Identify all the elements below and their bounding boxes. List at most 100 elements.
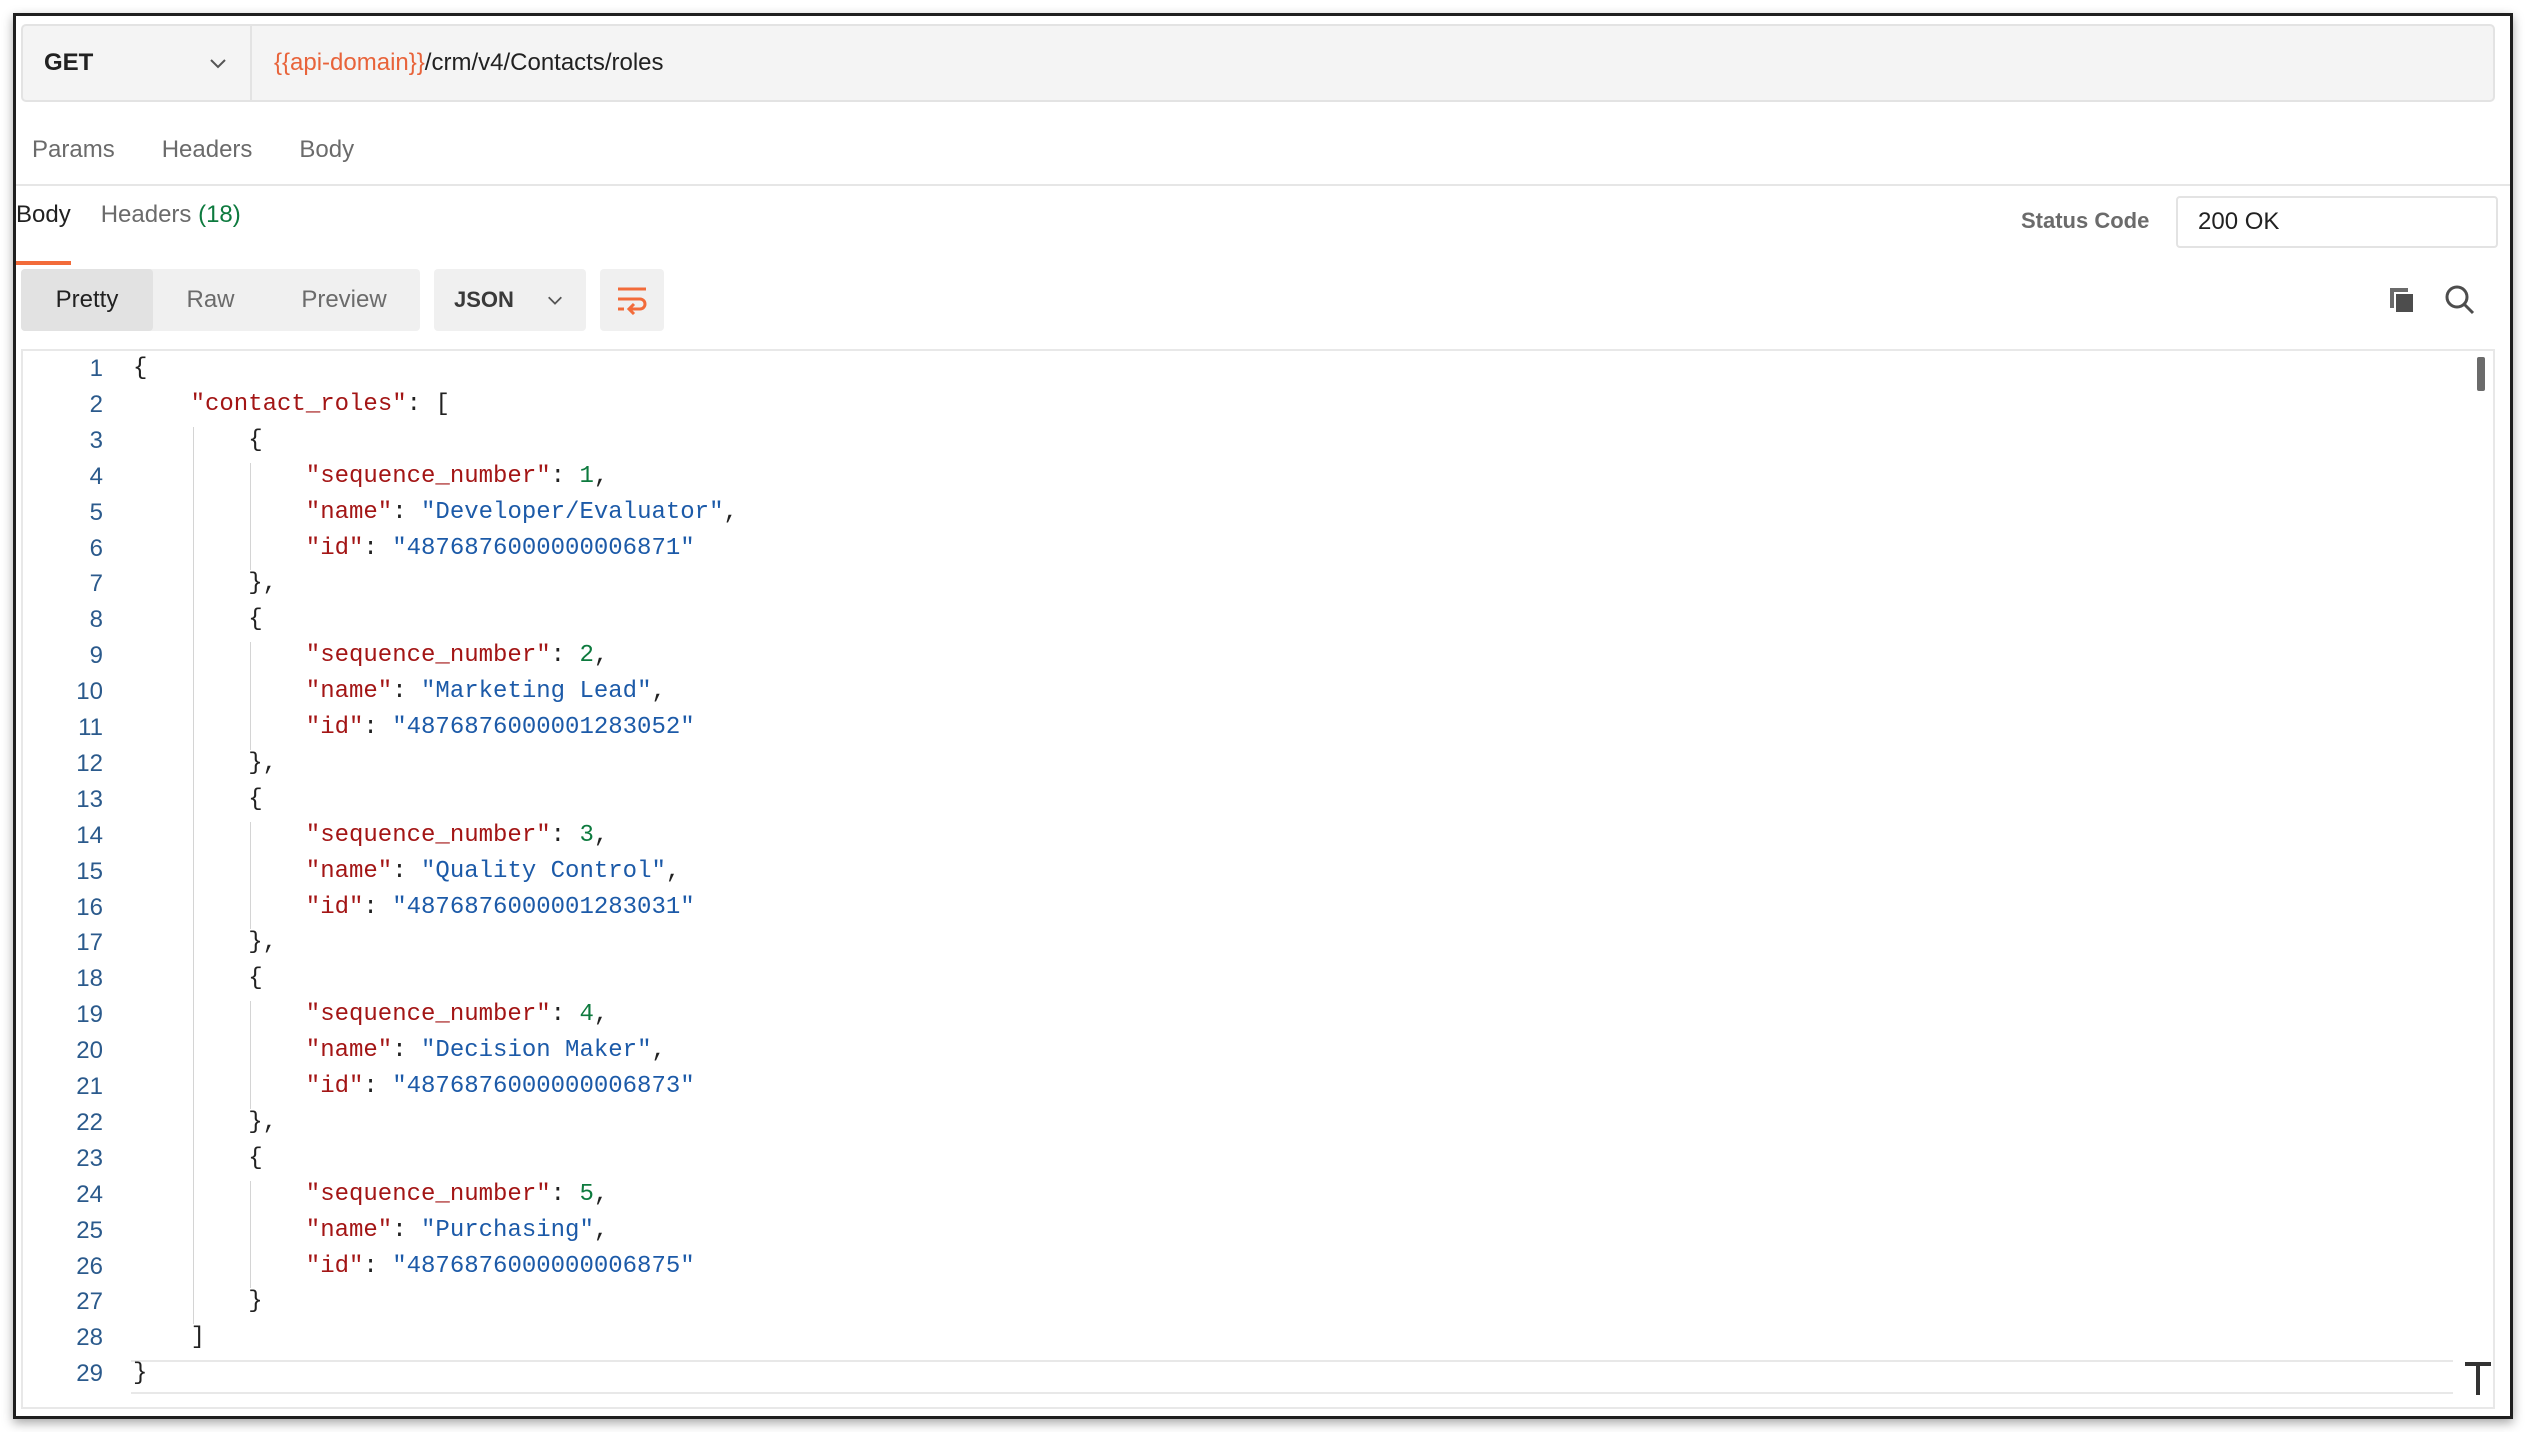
line-number: 3 <box>89 426 103 454</box>
tab-headers[interactable]: Headers <box>162 130 253 182</box>
code-line: "name": "Developer/Evaluator", <box>306 499 738 526</box>
json-key: "sequence_number" <box>305 462 551 490</box>
code-line: "sequence_number": 4, <box>306 1001 608 1028</box>
line-number: 10 <box>76 678 103 706</box>
divider <box>16 184 2510 186</box>
json-string: "4876876000000006873" <box>392 1073 695 1100</box>
json-punctuation: : <box>550 1001 580 1029</box>
json-key: "sequence_number" <box>305 821 551 849</box>
wrap-lines-button[interactable] <box>600 269 664 331</box>
line-number: 27 <box>76 1288 103 1316</box>
json-punctuation: { <box>133 355 148 382</box>
line-number: 23 <box>76 1144 103 1172</box>
json-string: "Purchasing" <box>421 1216 594 1244</box>
app-window: GET {{api-domain}}/crm/v4/Contacts/roles… <box>13 13 2513 1419</box>
json-punctuation: , <box>651 678 666 706</box>
status-code-value: 200 OK <box>2176 196 2498 248</box>
indent-guide <box>250 821 252 930</box>
json-punctuation: }, <box>248 749 277 777</box>
json-punctuation: ] <box>190 1324 205 1352</box>
code-line: "sequence_number": 2, <box>306 642 608 669</box>
line-number: 4 <box>89 462 103 490</box>
search-icon[interactable] <box>2444 284 2476 316</box>
line-number: 17 <box>76 929 103 957</box>
response-body-editor[interactable]: 1 2 3 4 5 6 7 8 9 10 11 12 13 14 15 16 17 18 19 20 21 22 23 24 2… <box>21 349 2495 1409</box>
json-punctuation: : <box>392 1216 422 1244</box>
json-key: "id" <box>305 534 364 562</box>
mode-pretty[interactable]: Pretty <box>21 269 153 331</box>
code-line: } <box>248 1288 262 1315</box>
code-line: "name": "Quality Control", <box>306 858 680 885</box>
line-number: 9 <box>89 642 103 670</box>
json-punctuation: : <box>392 498 422 526</box>
json-key: "name" <box>305 678 393 706</box>
line-number: 6 <box>89 534 103 562</box>
code-line: "id": "4876876000001283052" <box>306 714 695 741</box>
line-number: 22 <box>76 1108 103 1136</box>
mode-preview[interactable]: Preview <box>268 269 420 331</box>
line-number: 19 <box>76 1001 103 1029</box>
json-punctuation: { <box>248 965 263 993</box>
json-punctuation: : <box>363 534 393 562</box>
tab-params[interactable]: Params <box>32 130 115 182</box>
json-key: "name" <box>305 857 393 885</box>
line-number: 1 <box>89 355 103 382</box>
json-punctuation: : <box>550 821 580 849</box>
scrollbar-thumb[interactable] <box>2477 357 2485 391</box>
json-punctuation: }, <box>248 1108 277 1136</box>
json-number: 3 <box>579 821 594 849</box>
response-tab-headers[interactable]: Headers (18) <box>101 194 241 254</box>
json-key: "sequence_number" <box>305 642 551 670</box>
code-line: } <box>133 1360 147 1387</box>
format-select[interactable]: JSON <box>434 269 586 331</box>
view-mode-group: Pretty Raw Preview <box>21 269 420 331</box>
response-tab-body[interactable]: Body <box>16 194 71 265</box>
line-number: 2 <box>89 390 103 418</box>
json-string: "Marketing Lead" <box>421 678 652 706</box>
json-punctuation: { <box>248 606 263 634</box>
indent-guide <box>250 1180 252 1289</box>
request-tabs: Params Headers Body <box>16 130 385 182</box>
json-punctuation: , <box>723 498 738 526</box>
code-line: "sequence_number": 5, <box>306 1181 608 1208</box>
scrollbar[interactable] <box>2475 351 2491 1407</box>
json-punctuation: : <box>363 1073 393 1100</box>
line-number: 25 <box>76 1216 103 1244</box>
line-number: 29 <box>76 1360 103 1388</box>
url-input[interactable]: {{api-domain}}/crm/v4/Contacts/roles <box>252 26 664 100</box>
method-select[interactable]: GET <box>23 26 252 100</box>
url-path: /crm/v4/Contacts/roles <box>424 49 664 76</box>
json-punctuation: : [ <box>406 390 450 418</box>
indent-guide <box>250 1001 252 1109</box>
json-punctuation: : <box>392 678 422 706</box>
format-label: JSON <box>454 287 514 312</box>
line-number: 24 <box>76 1180 103 1208</box>
line-number: 28 <box>76 1324 103 1352</box>
line-number: 14 <box>76 821 103 849</box>
json-punctuation: }, <box>248 929 277 957</box>
copy-icon[interactable] <box>2386 284 2418 316</box>
json-punctuation: , <box>593 462 609 490</box>
json-punctuation: , <box>593 821 609 849</box>
line-number: 12 <box>76 749 103 777</box>
json-punctuation: , <box>593 642 609 670</box>
code-line: "contact_roles": [ <box>191 391 450 418</box>
line-number: 15 <box>76 857 103 885</box>
code-line: "id": "4876876000000006875" <box>306 1253 695 1280</box>
json-string: "Quality Control" <box>421 857 666 885</box>
mode-raw[interactable]: Raw <box>153 269 268 331</box>
json-punctuation: : <box>392 857 422 885</box>
status-code-label: Status Code <box>2021 208 2150 233</box>
code-line: "name": "Marketing Lead", <box>306 678 666 705</box>
line-number: 8 <box>89 606 103 634</box>
code-line: "sequence_number": 3, <box>306 822 608 849</box>
tab-body[interactable]: Body <box>299 130 354 182</box>
url-variable: {{api-domain}} <box>274 49 425 76</box>
json-string: "Decision Maker" <box>421 1037 652 1065</box>
json-code: {"contact_roles": [{"sequence_number": 1… <box>133 351 2433 1407</box>
text-cursor-icon <box>2465 1362 2491 1395</box>
json-key: "id" <box>305 714 364 741</box>
wrap-lines-icon <box>618 287 647 315</box>
json-key: "name" <box>305 1216 393 1244</box>
json-punctuation: }, <box>248 570 277 598</box>
